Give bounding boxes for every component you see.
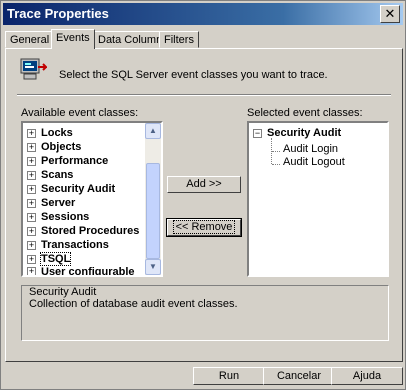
title-bar[interactable]: Trace Properties ✕	[3, 3, 403, 25]
instruction-text: Select the SQL Server event classes you …	[59, 69, 328, 81]
tab-general[interactable]: General	[5, 31, 55, 48]
expand-icon[interactable]: +	[27, 255, 36, 264]
available-label: Available event classes:	[21, 107, 139, 119]
expand-icon[interactable]: +	[27, 241, 36, 250]
cancel-button[interactable]: Cancelar	[263, 367, 335, 385]
chevron-up-icon: ▲	[149, 126, 157, 135]
expand-icon[interactable]: +	[27, 143, 36, 152]
help-button[interactable]: Ajuda	[331, 367, 403, 385]
collapse-icon[interactable]: −	[253, 129, 262, 138]
selected-item-audit-login[interactable]: Audit Login	[283, 143, 338, 155]
selected-label: Selected event classes:	[247, 107, 363, 119]
remove-button[interactable]: << Remove	[166, 218, 242, 237]
close-button[interactable]: ✕	[380, 5, 400, 23]
expand-icon[interactable]: +	[27, 213, 36, 222]
scroll-down-button[interactable]: ▼	[145, 259, 161, 275]
add-button[interactable]: Add >>	[167, 176, 241, 193]
available-event-list[interactable]: + Locks + Objects + Performance + Scans …	[21, 121, 163, 277]
description-text: Collection of database audit event class…	[29, 298, 238, 310]
expand-icon[interactable]: +	[27, 185, 36, 194]
scroll-up-button[interactable]: ▲	[145, 123, 161, 139]
description-title: Security Audit	[29, 286, 97, 298]
tab-filters[interactable]: Filters	[159, 31, 199, 48]
selected-item-audit-logout[interactable]: Audit Logout	[283, 156, 345, 168]
header-separator	[17, 94, 391, 96]
expand-icon[interactable]: +	[27, 171, 36, 180]
trace-events-icon	[20, 58, 47, 80]
expand-icon[interactable]: +	[27, 199, 36, 208]
window-title: Trace Properties	[7, 6, 109, 21]
expand-icon[interactable]: +	[27, 129, 36, 138]
close-icon: ✕	[384, 6, 396, 21]
expand-icon[interactable]: +	[27, 157, 36, 166]
scroll-thumb[interactable]	[146, 163, 160, 259]
tab-events[interactable]: Events	[51, 29, 95, 49]
run-button[interactable]: Run	[193, 367, 265, 385]
tree-connector	[272, 164, 280, 165]
trace-properties-window: Trace Properties ✕ General Events Data C…	[0, 0, 406, 390]
expand-icon[interactable]: +	[27, 227, 36, 236]
expand-icon[interactable]: +	[27, 267, 36, 275]
vertical-scrollbar[interactable]: ▲ ▼	[145, 123, 161, 275]
chevron-down-icon: ▼	[149, 262, 157, 271]
tree-connector	[272, 151, 280, 152]
